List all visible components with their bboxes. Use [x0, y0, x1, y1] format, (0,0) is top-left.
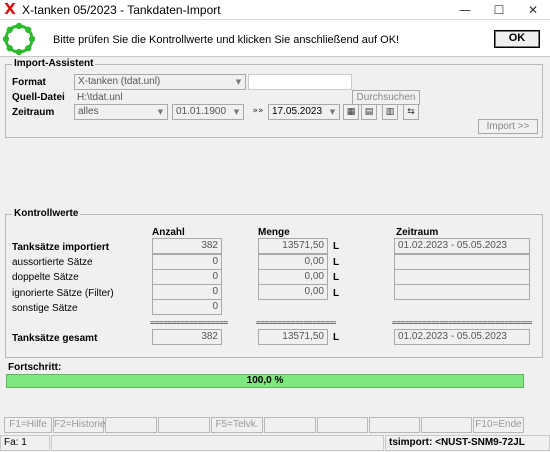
swap-dates-icon[interactable]: ⇆: [403, 104, 419, 120]
format-extra-field[interactable]: [248, 74, 352, 90]
row-label-sorted-out: aussortierte Sätze: [12, 257, 93, 268]
chevron-down-icon: ▼: [235, 78, 242, 86]
minimize-button[interactable]: —: [448, 0, 482, 20]
title-bar: X X-tanken 05/2023 - Tankdaten-Import — …: [0, 0, 550, 20]
import-button[interactable]: Import >>: [478, 119, 538, 134]
column-header-count: Anzahl: [152, 227, 185, 238]
unit-liters: L: [333, 288, 340, 299]
period-value: alles: [78, 106, 99, 117]
period-sorted-out: [394, 254, 530, 270]
period-duplicates: [394, 269, 530, 285]
separator-period: ====================================: [392, 318, 532, 327]
date-to-value: 17.05.2023: [272, 106, 323, 117]
fkey-4-button[interactable]: [158, 417, 210, 433]
close-window-button[interactable]: ✕: [516, 0, 550, 20]
progress-bar: 100,0 %: [6, 374, 524, 388]
date-to-field[interactable]: 17.05.2023 ▼: [268, 104, 340, 120]
calendar-icon[interactable]: ▦: [343, 104, 359, 120]
count-other: 0: [152, 299, 222, 315]
calendar-month-icon[interactable]: ▤: [361, 104, 377, 120]
fkey-telvk-button[interactable]: F5=Telvk.: [211, 417, 263, 433]
chevron-down-icon: ▼: [329, 108, 336, 116]
quantity-duplicates: 0,00: [258, 269, 328, 285]
row-label-total: Tanksätze gesamt: [12, 333, 98, 344]
fkey-9-button[interactable]: [421, 417, 472, 433]
group-title-control: Kontrollwerte: [12, 208, 81, 219]
status-module: tsimport: <NUST-SNM9-72JL: [385, 435, 550, 451]
quantity-sorted-out: 0,00: [258, 254, 328, 270]
unit-liters: L: [333, 332, 340, 343]
count-total: 382: [152, 329, 222, 345]
row-label-ignored: ignorierte Sätze (Filter): [12, 288, 114, 299]
count-ignored: 0: [152, 284, 222, 300]
period-total: 01.02.2023 - 05.05.2023: [394, 329, 530, 345]
format-value: X-tanken (tdat.unl): [78, 76, 161, 87]
period-label: Zeitraum: [12, 107, 55, 118]
unit-liters: L: [333, 241, 340, 252]
count-duplicates: 0: [152, 269, 222, 285]
quantity-total: 13571,50: [258, 329, 328, 345]
row-label-imported: Tanksätze importiert: [12, 242, 110, 253]
status-company: Fa: 1: [0, 435, 50, 451]
instruction-message: Bitte prüfen Sie die Kontrollwerte und k…: [53, 34, 400, 46]
header-panel: Bitte prüfen Sie die Kontrollwerte und k…: [0, 20, 550, 57]
unit-liters: L: [333, 257, 340, 268]
source-file-value: H:\tdat.unl: [77, 92, 123, 103]
group-title-import: Import-Assistent: [12, 58, 96, 69]
window-title: X-tanken 05/2023 - Tankdaten-Import: [22, 3, 221, 17]
separator-quantity: ====================================: [256, 318, 336, 327]
row-label-duplicates: doppelte Sätze: [12, 272, 79, 283]
calendar-year-icon[interactable]: ▥: [382, 104, 398, 120]
unit-liters: L: [333, 272, 340, 283]
period-select[interactable]: alles ▼: [74, 104, 168, 120]
chevron-down-icon: ▼: [157, 108, 164, 116]
fkey-6-button[interactable]: [264, 417, 316, 433]
range-arrow-icon[interactable]: »»: [248, 104, 268, 120]
chevron-down-icon: ▼: [233, 108, 240, 116]
status-empty: [51, 435, 384, 451]
period-imported: 01.02.2023 - 05.05.2023: [394, 238, 530, 254]
progress-ring-icon: [3, 23, 35, 55]
fkey-exit-button[interactable]: F10=Ende: [473, 417, 524, 433]
fkey-8-button[interactable]: [369, 417, 420, 433]
app-logo-icon: X: [4, 0, 16, 18]
fkey-3-button[interactable]: [105, 417, 157, 433]
browse-button[interactable]: Durchsuchen: [352, 90, 420, 105]
count-imported: 382: [152, 238, 222, 254]
date-from-value: 01.01.1900: [176, 106, 227, 117]
count-sorted-out: 0: [152, 254, 222, 270]
fkey-history-button[interactable]: F2=Historie: [53, 417, 105, 433]
maximize-button[interactable]: ☐: [482, 0, 516, 20]
source-file-label: Quell-Datei: [12, 92, 65, 103]
ok-button[interactable]: OK: [494, 30, 540, 48]
quantity-ignored: 0,00: [258, 284, 328, 300]
period-ignored: [394, 284, 530, 300]
format-select[interactable]: X-tanken (tdat.unl) ▼: [74, 74, 246, 90]
fkey-help-button[interactable]: F1=Hilfe: [4, 417, 52, 433]
progress-label: Fortschritt:: [8, 362, 62, 373]
format-label: Format: [12, 77, 46, 88]
column-header-period: Zeitraum: [396, 227, 439, 238]
column-header-quantity: Menge: [258, 227, 290, 238]
quantity-imported: 13571,50: [258, 238, 328, 254]
separator-count: ====================================: [150, 318, 228, 327]
row-label-other: sonstige Sätze: [12, 303, 78, 314]
date-from-field[interactable]: 01.01.1900 ▼: [172, 104, 244, 120]
fkey-7-button[interactable]: [317, 417, 368, 433]
